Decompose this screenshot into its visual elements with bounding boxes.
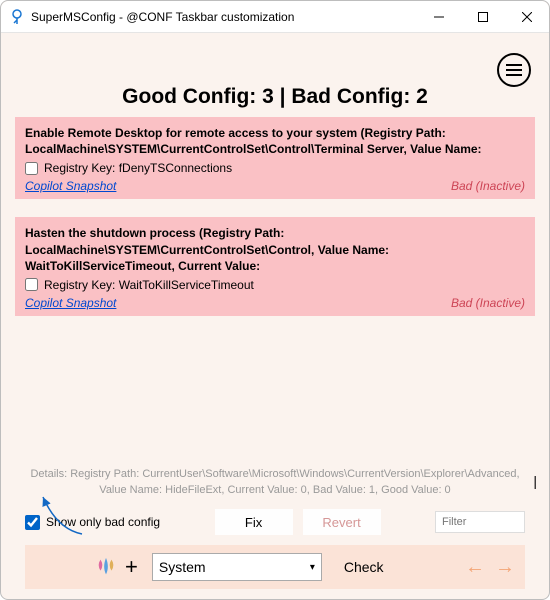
copilot-icon[interactable] (95, 556, 117, 578)
registry-row: Registry Key: WaitToKillServiceTimeout (25, 278, 525, 292)
config-card: Hasten the shutdown process (Registry Pa… (15, 217, 535, 316)
check-button[interactable]: Check (344, 559, 384, 575)
controls-row: Show only bad config Fix Revert (19, 509, 531, 535)
config-card: Enable Remote Desktop for remote access … (15, 117, 535, 199)
registry-key-label: Registry Key: WaitToKillServiceTimeout (44, 278, 254, 292)
window-title: SuperMSConfig - @CONF Taskbar customizat… (31, 10, 417, 24)
plus-icon[interactable]: + (125, 554, 138, 580)
config-card-title: Enable Remote Desktop for remote access … (25, 125, 525, 157)
copilot-snapshot-link[interactable]: Copilot Snapshot (25, 179, 116, 193)
status-badge: Bad (Inactive) (451, 179, 525, 193)
app-icon (9, 9, 25, 25)
status-badge: Bad (Inactive) (451, 296, 525, 310)
category-select[interactable]: System ▾ (152, 553, 322, 581)
config-checkbox[interactable] (25, 278, 38, 291)
registry-row: Registry Key: fDenyTSConnections (25, 161, 525, 175)
fix-button[interactable]: Fix (215, 509, 293, 535)
app-window: SuperMSConfig - @CONF Taskbar customizat… (0, 0, 550, 600)
filter-input[interactable] (435, 511, 525, 533)
nav-forward-icon[interactable]: → (495, 556, 515, 579)
text-cursor-icon: | (533, 473, 537, 489)
revert-button[interactable]: Revert (303, 509, 381, 535)
bottom-bar: + System ▾ Check ← → (25, 545, 525, 589)
card-footer: Copilot Snapshot Bad (Inactive) (25, 179, 525, 193)
menu-button[interactable] (497, 53, 531, 87)
maximize-button[interactable] (461, 1, 505, 32)
annotation-arrow-icon (37, 489, 87, 539)
details-text: Details: Registry Path: CurrentUser\Soft… (19, 467, 531, 499)
minimize-button[interactable] (417, 1, 461, 32)
config-card-list: Enable Remote Desktop for remote access … (9, 117, 541, 334)
details-area: Details: Registry Path: CurrentUser\Soft… (9, 467, 541, 591)
close-button[interactable] (505, 1, 549, 32)
copilot-snapshot-link[interactable]: Copilot Snapshot (25, 296, 116, 310)
config-card-title: Hasten the shutdown process (Registry Pa… (25, 225, 525, 274)
config-checkbox[interactable] (25, 162, 38, 175)
card-footer: Copilot Snapshot Bad (Inactive) (25, 296, 525, 310)
window-controls (417, 1, 549, 32)
titlebar: SuperMSConfig - @CONF Taskbar customizat… (1, 1, 549, 33)
chevron-down-icon: ▾ (310, 562, 315, 573)
nav-back-icon[interactable]: ← (465, 556, 485, 579)
category-select-value: System (159, 559, 206, 575)
summary-heading: Good Config: 3 | Bad Config: 2 (9, 85, 541, 109)
nav-arrows: ← → (465, 556, 515, 579)
body-area: Good Config: 3 | Bad Config: 2 Enable Re… (1, 33, 549, 599)
registry-key-label: Registry Key: fDenyTSConnections (44, 161, 232, 175)
